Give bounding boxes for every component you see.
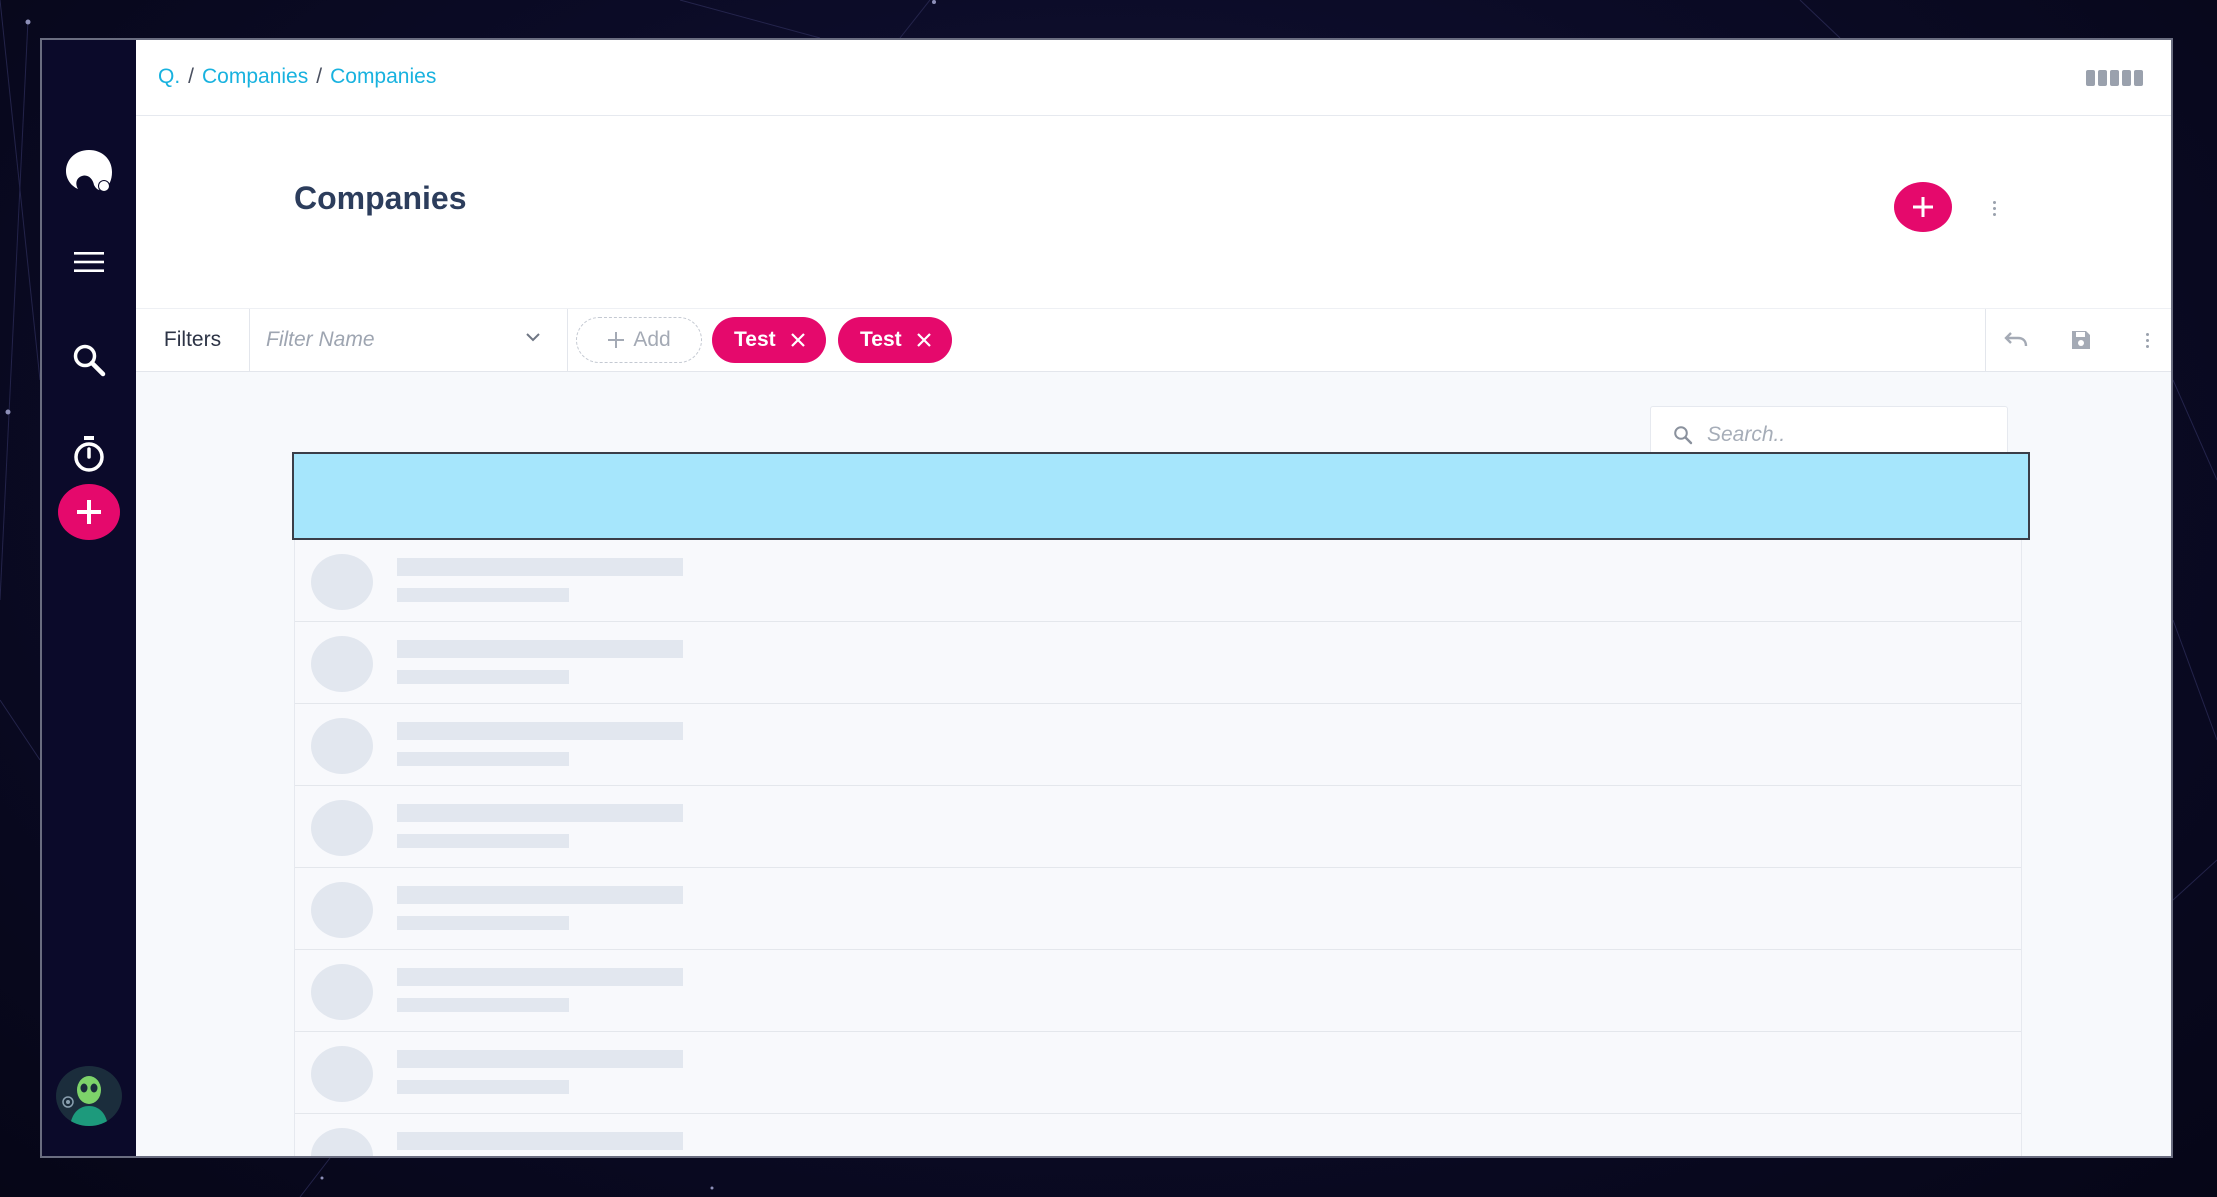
skeleton-avatar bbox=[311, 1046, 373, 1102]
undo-button[interactable] bbox=[2000, 325, 2030, 355]
filter-chip-label: Test bbox=[734, 328, 776, 351]
skeleton-row bbox=[295, 622, 2021, 704]
add-filter-label: Add bbox=[633, 328, 671, 351]
skeleton-title-line bbox=[397, 558, 683, 576]
filter-name-select[interactable]: Filter Name bbox=[250, 309, 568, 371]
breadcrumb-item-companies-current[interactable]: Companies bbox=[330, 65, 436, 89]
search-button[interactable] bbox=[59, 330, 119, 390]
menu-button[interactable] bbox=[59, 232, 119, 292]
skeleton-avatar bbox=[311, 800, 373, 856]
skeleton-row bbox=[295, 868, 2021, 950]
skeleton-title-line bbox=[397, 1132, 683, 1150]
skeleton-title-line bbox=[397, 1050, 683, 1068]
list-header bbox=[292, 452, 2030, 540]
skeleton-avatar bbox=[311, 964, 373, 1020]
chevron-down-icon bbox=[526, 333, 540, 342]
undo-icon bbox=[2004, 332, 2028, 347]
skeleton-row bbox=[295, 786, 2021, 868]
app-logo[interactable] bbox=[59, 140, 119, 200]
sidebar bbox=[42, 40, 136, 1156]
filter-bar: Filters Filter Name Add Test Test bbox=[136, 308, 2171, 372]
skeleton-title-line bbox=[397, 886, 683, 904]
sidebar-add-button[interactable] bbox=[58, 484, 120, 540]
skeleton-avatar bbox=[311, 718, 373, 774]
header-more-icon[interactable] bbox=[1984, 194, 2004, 222]
breadcrumb: Q. / Companies / Companies bbox=[158, 65, 436, 89]
skeleton-subtitle-line bbox=[397, 916, 569, 930]
add-filter-button[interactable]: Add bbox=[576, 317, 702, 363]
skeleton-subtitle-line bbox=[397, 834, 569, 848]
skeleton-avatar bbox=[311, 554, 373, 610]
breadcrumb-item-companies[interactable]: Companies bbox=[202, 65, 308, 89]
filter-chip[interactable]: Test bbox=[838, 317, 952, 363]
breadcrumb-separator: / bbox=[316, 65, 323, 88]
search-input[interactable] bbox=[1707, 423, 1987, 447]
top-bar-menu-dots[interactable] bbox=[2086, 70, 2143, 86]
save-button[interactable] bbox=[2066, 325, 2096, 355]
skeleton-avatar bbox=[311, 1128, 373, 1156]
skeleton-title-line bbox=[397, 640, 683, 658]
save-icon bbox=[2072, 331, 2090, 349]
timer-button[interactable] bbox=[59, 424, 119, 484]
skeleton-avatar bbox=[311, 636, 373, 692]
menu-icon bbox=[74, 252, 104, 272]
filter-chip[interactable]: Test bbox=[712, 317, 826, 363]
skeleton-avatar bbox=[311, 882, 373, 938]
app-logo-icon bbox=[66, 150, 112, 192]
skeleton-row bbox=[295, 1032, 2021, 1114]
skeleton-row bbox=[295, 540, 2021, 622]
filter-actions bbox=[1985, 309, 2171, 371]
remove-chip-button[interactable] bbox=[790, 332, 806, 348]
page-header: Companies bbox=[136, 116, 2171, 308]
skeleton-subtitle-line bbox=[397, 588, 569, 602]
app-window: Q. / Companies / Companies Companies Fil… bbox=[40, 38, 2173, 1158]
skeleton-title-line bbox=[397, 722, 683, 740]
search-icon bbox=[73, 344, 106, 377]
plus-icon bbox=[1913, 197, 1933, 217]
skeleton-subtitle-line bbox=[397, 998, 569, 1012]
top-bar: Q. / Companies / Companies bbox=[136, 40, 2171, 116]
companies-list bbox=[294, 540, 2022, 1156]
skeleton-title-line bbox=[397, 968, 683, 986]
skeleton-subtitle-line bbox=[397, 670, 569, 684]
add-company-button[interactable] bbox=[1894, 182, 1952, 232]
skeleton-row bbox=[295, 704, 2021, 786]
search-icon bbox=[1674, 426, 1693, 445]
filter-more-icon[interactable] bbox=[2132, 325, 2162, 355]
main-area: Q. / Companies / Companies Companies Fil… bbox=[136, 40, 2171, 1156]
skeleton-title-line bbox=[397, 804, 683, 822]
close-icon bbox=[916, 333, 931, 347]
filters-label: Filters bbox=[136, 309, 250, 371]
skeleton-subtitle-line bbox=[397, 752, 569, 766]
user-avatar[interactable] bbox=[56, 1066, 122, 1126]
breadcrumb-home[interactable]: Q. bbox=[158, 65, 180, 89]
page-title: Companies bbox=[294, 180, 467, 216]
plus-icon bbox=[77, 500, 101, 524]
remove-chip-button[interactable] bbox=[916, 332, 932, 348]
skeleton-row bbox=[295, 1114, 2021, 1156]
breadcrumb-separator: / bbox=[188, 65, 195, 88]
filter-name-placeholder: Filter Name bbox=[266, 328, 375, 351]
skeleton-subtitle-line bbox=[397, 1080, 569, 1094]
alien-avatar-icon bbox=[62, 1076, 108, 1126]
stopwatch-icon bbox=[74, 436, 104, 472]
filter-chip-label: Test bbox=[860, 328, 902, 351]
skeleton-row bbox=[295, 950, 2021, 1032]
close-icon bbox=[790, 333, 805, 347]
plus-icon bbox=[608, 332, 625, 348]
